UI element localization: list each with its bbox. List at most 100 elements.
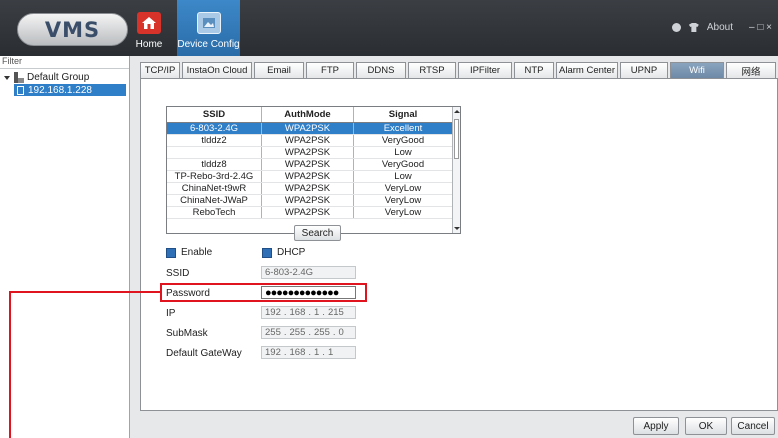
ok-button[interactable]: OK xyxy=(685,417,727,435)
tab-upnp[interactable]: UPNP xyxy=(620,62,668,78)
cell-ssid: ReboTech xyxy=(167,207,262,218)
ip-field[interactable]: 192. 168. 1. 215 xyxy=(261,306,356,319)
cell-auth: WPA2PSK xyxy=(262,183,354,194)
submask-octet: 255 xyxy=(314,327,330,338)
ip-octet: 192 xyxy=(265,307,281,318)
submask-field[interactable]: 255. 255. 255. 0 xyxy=(261,326,356,339)
wifi-panel: SSID AuthMode Signal 6-803-2.4G WPA2PSK … xyxy=(140,78,778,411)
ip-octet: 215 xyxy=(327,307,344,318)
device-config-nav-button[interactable]: Device Config xyxy=(177,0,240,56)
cell-signal: VeryGood xyxy=(354,135,453,146)
main-area: TCP/IP InstaOn Cloud Email FTP DDNS RTSP… xyxy=(140,62,778,438)
dhcp-checkbox[interactable]: DHCP xyxy=(262,247,305,258)
tab-ddns[interactable]: DDNS xyxy=(356,62,406,78)
cell-auth: WPA2PSK xyxy=(262,207,354,218)
apply-button[interactable]: Apply xyxy=(633,417,679,435)
filter-input[interactable]: Filter xyxy=(0,56,129,69)
home-label: Home xyxy=(135,39,163,50)
tab-tcpip[interactable]: TCP/IP xyxy=(140,62,180,78)
cell-ssid xyxy=(167,147,262,158)
device-config-label: Device Config xyxy=(177,39,240,50)
cell-ssid: ChinaNet-t9wR xyxy=(167,183,262,194)
table-header: SSID AuthMode Signal xyxy=(167,107,460,123)
config-tabs: TCP/IP InstaOn Cloud Email FTP DDNS RTSP… xyxy=(140,62,778,78)
tab-alarm-center[interactable]: Alarm Center xyxy=(556,62,618,78)
vms-logo: VMS xyxy=(17,13,128,46)
ip-octet: 168 xyxy=(289,307,306,318)
device-icon xyxy=(17,85,24,95)
group-label: Default Group xyxy=(27,72,90,83)
header-authmode: AuthMode xyxy=(262,107,354,122)
table-body: 6-803-2.4G WPA2PSK Excellent tlddz2 WPA2… xyxy=(167,123,460,219)
enable-label: Enable xyxy=(181,247,213,258)
tab-ntp[interactable]: NTP xyxy=(514,62,554,78)
table-row[interactable]: ChinaNet-JWaP WPA2PSK VeryLow xyxy=(167,195,460,207)
cell-signal: VeryLow xyxy=(354,207,453,218)
gateway-octet: 168 xyxy=(289,347,306,358)
top-right-controls: About – □ × xyxy=(671,22,772,33)
header-ssid: SSID xyxy=(167,107,262,122)
cell-ssid: ChinaNet-JWaP xyxy=(167,195,262,206)
cell-auth: WPA2PSK xyxy=(262,159,354,170)
tree-item-device[interactable]: 192.168.1.228 xyxy=(14,84,126,96)
checkbox-checked-icon[interactable] xyxy=(262,247,272,258)
top-bar: VMS Home Device Config About – □ × xyxy=(0,0,778,56)
table-row[interactable]: tlddz2 WPA2PSK VeryGood xyxy=(167,135,460,147)
wifi-network-table[interactable]: SSID AuthMode Signal 6-803-2.4G WPA2PSK … xyxy=(166,106,461,234)
tree-group-default[interactable]: Default Group xyxy=(0,72,129,83)
ssid-label: SSID xyxy=(166,268,190,279)
cell-ssid: tlddz8 xyxy=(167,159,262,170)
checkbox-checked-icon[interactable] xyxy=(166,247,176,258)
cell-signal: Low xyxy=(354,171,453,182)
window-controls[interactable]: – □ × xyxy=(749,22,772,33)
table-row[interactable]: ReboTech WPA2PSK VeryLow xyxy=(167,207,460,219)
device-tree-sidebar: Filter Default Group 192.168.1.228 xyxy=(0,56,130,438)
expand-triangle-icon[interactable] xyxy=(4,75,10,80)
table-row[interactable]: TP-Rebo-3rd-2.4G WPA2PSK Low xyxy=(167,171,460,183)
group-icon xyxy=(13,72,24,83)
gateway-octet: 1 xyxy=(314,347,320,358)
enable-checkbox[interactable]: Enable xyxy=(166,247,212,258)
cell-signal: VeryLow xyxy=(354,195,453,206)
cell-signal: Excellent xyxy=(354,123,453,134)
home-icon xyxy=(137,12,161,34)
info-icon[interactable] xyxy=(671,23,681,32)
tab-ftp[interactable]: FTP xyxy=(306,62,354,78)
tab-more[interactable]: 网络 xyxy=(726,62,776,78)
cell-ssid: 6-803-2.4G xyxy=(167,123,262,134)
table-scrollbar[interactable] xyxy=(452,107,460,233)
gateway-label: Default GateWay xyxy=(166,348,242,359)
gateway-field[interactable]: 192. 168. 1. 1 xyxy=(261,346,356,359)
submask-octet: 255 xyxy=(289,327,306,338)
device-label: 192.168.1.228 xyxy=(28,84,92,96)
about-link[interactable]: About xyxy=(707,22,733,33)
cancel-button[interactable]: Cancel xyxy=(731,417,775,435)
skin-icon[interactable] xyxy=(688,23,699,32)
scroll-down-icon[interactable] xyxy=(454,227,460,230)
submask-octet: 0 xyxy=(338,327,344,338)
table-row[interactable]: WPA2PSK Low xyxy=(167,147,460,159)
scroll-thumb[interactable] xyxy=(454,119,459,159)
tab-ipfilter[interactable]: IPFilter xyxy=(458,62,512,78)
home-nav-button[interactable]: Home xyxy=(134,0,164,56)
tab-wifi[interactable]: Wifi xyxy=(670,62,724,78)
scroll-up-icon[interactable] xyxy=(454,110,460,113)
ssid-field[interactable]: 6-803-2.4G xyxy=(261,266,356,279)
cell-auth: WPA2PSK xyxy=(262,171,354,182)
cell-auth: WPA2PSK xyxy=(262,195,354,206)
table-row[interactable]: 6-803-2.4G WPA2PSK Excellent xyxy=(167,123,460,135)
tab-instaon-cloud[interactable]: InstaOn Cloud xyxy=(182,62,252,78)
cell-auth: WPA2PSK xyxy=(262,147,354,158)
cell-signal: VeryLow xyxy=(354,183,453,194)
search-button[interactable]: Search xyxy=(294,225,341,241)
table-row[interactable]: tlddz8 WPA2PSK VeryGood xyxy=(167,159,460,171)
device-config-icon xyxy=(196,12,221,34)
tab-rtsp[interactable]: RTSP xyxy=(408,62,456,78)
cell-ssid: tlddz2 xyxy=(167,135,262,146)
tab-email[interactable]: Email xyxy=(254,62,304,78)
annotation-line xyxy=(10,291,160,293)
cell-ssid: TP-Rebo-3rd-2.4G xyxy=(167,171,262,182)
header-signal: Signal xyxy=(354,107,453,122)
table-row[interactable]: ChinaNet-t9wR WPA2PSK VeryLow xyxy=(167,183,460,195)
annotation-line xyxy=(9,291,11,438)
